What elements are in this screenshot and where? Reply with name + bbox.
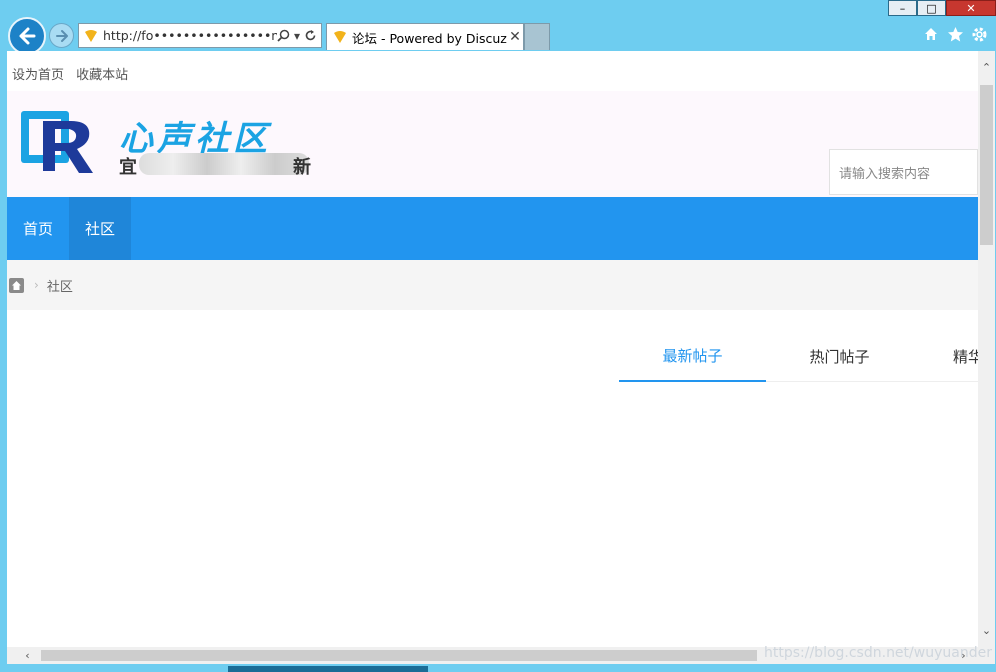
- address-bar[interactable]: http://fo••••••••••••••••n:8 ▾: [78, 23, 322, 48]
- back-arrow-icon: [19, 27, 36, 45]
- close-button[interactable]: ✕: [946, 0, 996, 16]
- breadcrumb-home-icon[interactable]: [9, 277, 24, 293]
- tab-featured[interactable]: 精华: [913, 330, 978, 382]
- back-button[interactable]: [8, 17, 46, 55]
- home-icon[interactable]: [922, 25, 940, 43]
- tab-latest-posts[interactable]: 最新帖子: [619, 330, 766, 382]
- forward-button[interactable]: [49, 23, 74, 48]
- site-favicon-icon: [85, 29, 97, 42]
- nav-item-community[interactable]: 社区: [69, 197, 132, 260]
- scroll-down-icon[interactable]: ⌄: [978, 622, 995, 639]
- logo-subtitle-start: 宜: [119, 157, 137, 178]
- chevron-right-icon: ›: [34, 278, 39, 292]
- thread-tabs: 最新帖子 热门帖子 精华: [619, 330, 978, 382]
- tab-hot-posts[interactable]: 热门帖子: [766, 330, 913, 382]
- breadcrumb-current[interactable]: 社区: [47, 276, 73, 295]
- horizontal-scroll-thumb[interactable]: [41, 650, 757, 661]
- scroll-left-icon[interactable]: ‹: [19, 647, 36, 664]
- window-controls: – □ ✕: [888, 0, 996, 16]
- search-input[interactable]: 请输入搜索内容: [829, 149, 978, 195]
- main-nav: 首页 社区: [7, 197, 978, 260]
- logo-subtitle-end: 新: [293, 157, 311, 178]
- minimize-button[interactable]: –: [888, 0, 917, 16]
- breadcrumb: › 社区: [7, 260, 978, 310]
- status-bar: [0, 664, 996, 672]
- browser-chrome: – □ ✕ http://fo••••••••••••••••n:8 ▾ 论坛 …: [0, 0, 996, 55]
- tab-favicon-icon: [334, 31, 346, 43]
- search-icon[interactable]: [277, 29, 290, 42]
- vertical-scroll-thumb[interactable]: [980, 85, 993, 245]
- logo-r-icon[interactable]: [21, 107, 99, 177]
- page-viewport: 设为首页 收藏本站 心声社区 宜 新 请输入搜索内容 首页 社区 › 社区 最新…: [7, 51, 978, 647]
- watermark-text: https://blog.csdn.net/wuyuander: [764, 645, 992, 661]
- nav-item-home[interactable]: 首页: [7, 197, 69, 260]
- forward-arrow-icon: [55, 29, 68, 42]
- redacted-subtitle: [139, 153, 309, 175]
- new-tab-button[interactable]: [524, 23, 550, 50]
- bookmark-site-link[interactable]: 收藏本站: [76, 68, 128, 83]
- tab-title: 论坛 - Powered by Discuz!: [352, 30, 507, 46]
- set-homepage-link[interactable]: 设为首页: [12, 68, 64, 83]
- maximize-button[interactable]: □: [917, 0, 946, 16]
- top-links-bar: 设为首页 收藏本站: [7, 51, 978, 91]
- taskbar-segment: [228, 666, 428, 672]
- scroll-up-icon[interactable]: ⌃: [978, 59, 995, 76]
- vertical-scrollbar[interactable]: ⌃ ⌄: [978, 51, 995, 647]
- browser-toolbar-icons: [922, 25, 988, 43]
- tab-close-icon[interactable]: ✕: [507, 29, 523, 45]
- dropdown-icon[interactable]: ▾: [294, 29, 300, 43]
- refresh-icon[interactable]: [304, 29, 317, 42]
- address-url[interactable]: http://fo••••••••••••••••n:8: [103, 28, 277, 43]
- gear-icon[interactable]: [970, 25, 988, 43]
- browser-tab-active[interactable]: 论坛 - Powered by Discuz! ✕: [326, 23, 524, 50]
- star-icon[interactable]: [946, 25, 964, 43]
